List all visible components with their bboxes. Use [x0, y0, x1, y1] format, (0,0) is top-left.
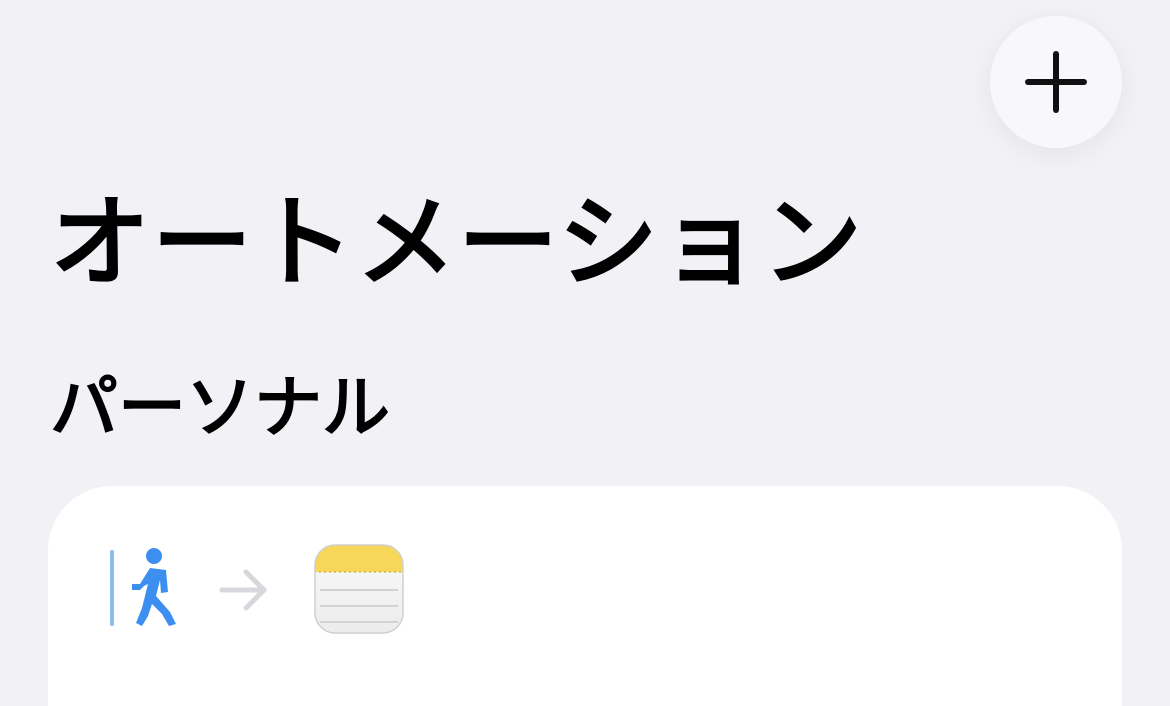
plus-icon [1025, 51, 1087, 113]
person-leaving-icon [110, 548, 176, 626]
page-title: オートメーション [50, 184, 864, 301]
arrow-right-icon [219, 569, 267, 611]
notes-app-icon [314, 544, 404, 634]
section-header-personal: パーソナル [50, 369, 391, 448]
automation-card[interactable] [48, 486, 1122, 706]
add-automation-button[interactable] [990, 16, 1122, 148]
